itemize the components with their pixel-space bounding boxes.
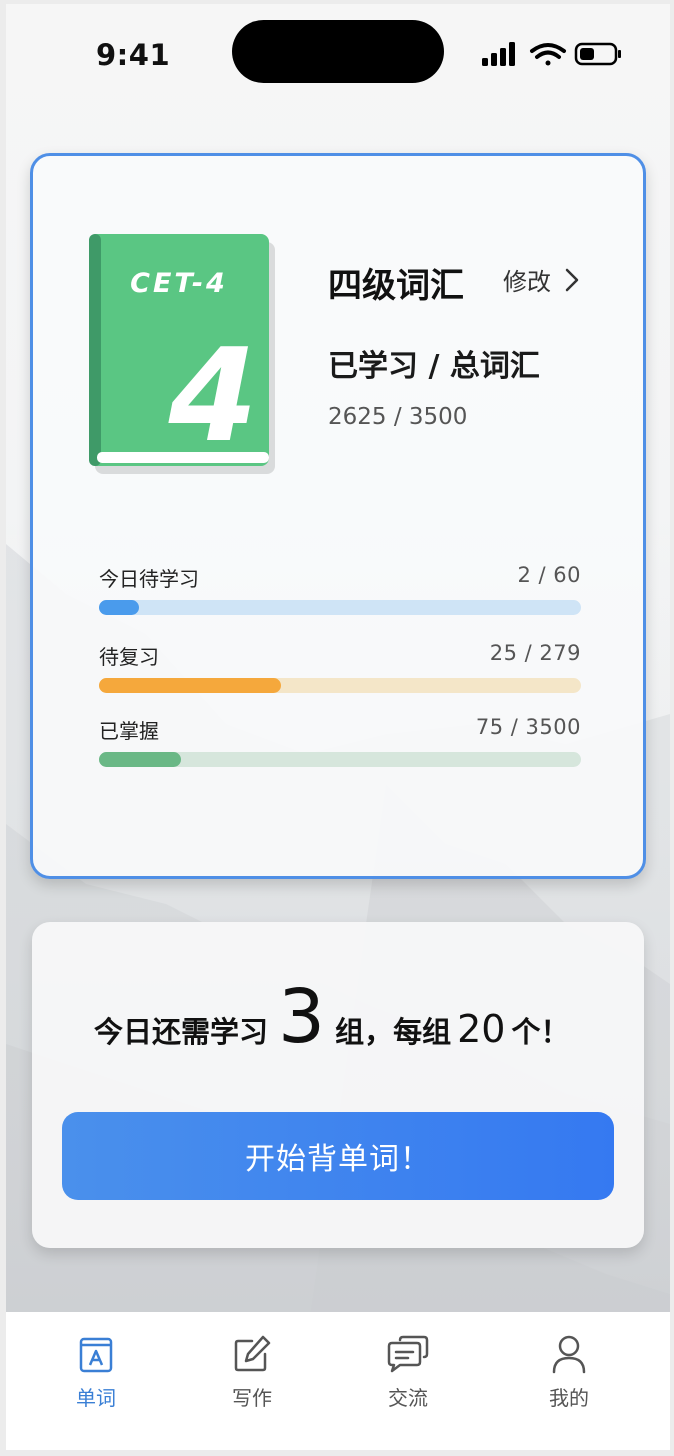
cet4-book-icon: CET-4 4 <box>89 234 275 474</box>
progress-fill <box>99 678 282 693</box>
progress-label: 已掌握 <box>99 719 159 743</box>
plan-suffix: 个！ <box>511 1015 570 1049</box>
user-profile-icon <box>552 1335 586 1374</box>
edit-wordbook-button[interactable]: 修改 <box>503 262 579 297</box>
wordbook-card: CET-4 4 四级词汇 修改 已学习 / 总词汇 2625 / 3500 今日… <box>30 153 646 879</box>
edit-label: 修改 <box>503 268 551 296</box>
book-cover-number: 4 <box>167 322 257 471</box>
progress-value: 75 / 3500 <box>475 715 581 739</box>
progress-track <box>99 752 581 767</box>
learned-total-label: 已学习 / 总词汇 <box>328 349 540 384</box>
vocabulary-book-icon <box>79 1337 113 1373</box>
tab-label: 交流 <box>388 1386 428 1410</box>
plan-groups-count: 3 <box>278 974 326 1060</box>
book-cover-label: CET-4 <box>130 268 228 299</box>
progress-track <box>99 600 581 615</box>
plan-middle: 组，每组 <box>335 1015 452 1049</box>
tab-community[interactable]: 交流 <box>358 1334 458 1411</box>
progress-fill <box>99 600 139 615</box>
progress-label: 今日待学习 <box>99 567 199 591</box>
tab-profile[interactable]: 我的 <box>519 1334 619 1411</box>
tab-label: 我的 <box>549 1386 589 1410</box>
start-memorize-button[interactable]: 开始背单词！ <box>62 1112 614 1200</box>
bottom-tab-bar: 单词 写作 交流 我的 <box>6 1312 670 1450</box>
cellular-signal-icon <box>482 42 515 66</box>
learned-total-count: 2625 / 3500 <box>328 404 468 430</box>
tab-writing[interactable]: 写作 <box>202 1334 302 1411</box>
progress-value: 2 / 60 <box>517 563 581 587</box>
tab-vocabulary[interactable]: 单词 <box>46 1334 146 1411</box>
chevron-right-icon <box>565 268 579 291</box>
wifi-icon <box>530 43 566 66</box>
tab-label: 单词 <box>76 1386 116 1410</box>
battery-icon <box>574 42 621 66</box>
edit-pencil-icon <box>234 1335 271 1372</box>
status-icons <box>482 42 621 66</box>
status-time: 9:41 <box>96 38 171 72</box>
wordbook-title: 四级词汇 <box>328 266 464 306</box>
dynamic-island <box>232 20 444 83</box>
tab-label: 写作 <box>232 1386 272 1410</box>
progress-label: 待复习 <box>99 645 159 669</box>
daily-plan-card: 今日还需学习 3 组，每组 20 个！ 开始背单词！ <box>32 922 644 1248</box>
plan-per-group-count: 20 <box>457 1007 506 1051</box>
chat-bubbles-icon <box>387 1335 429 1373</box>
daily-plan-text: 今日还需学习 3 组，每组 20 个！ <box>94 974 570 1060</box>
progress-track <box>99 678 581 693</box>
progress-value: 25 / 279 <box>489 641 581 665</box>
progress-fill <box>99 752 181 767</box>
app-screen: 9:41 CET-4 4 四级词汇 修改 已学习 / 总词汇 2625 / 35… <box>6 4 670 1450</box>
plan-prefix: 今日还需学习 <box>94 1015 269 1049</box>
